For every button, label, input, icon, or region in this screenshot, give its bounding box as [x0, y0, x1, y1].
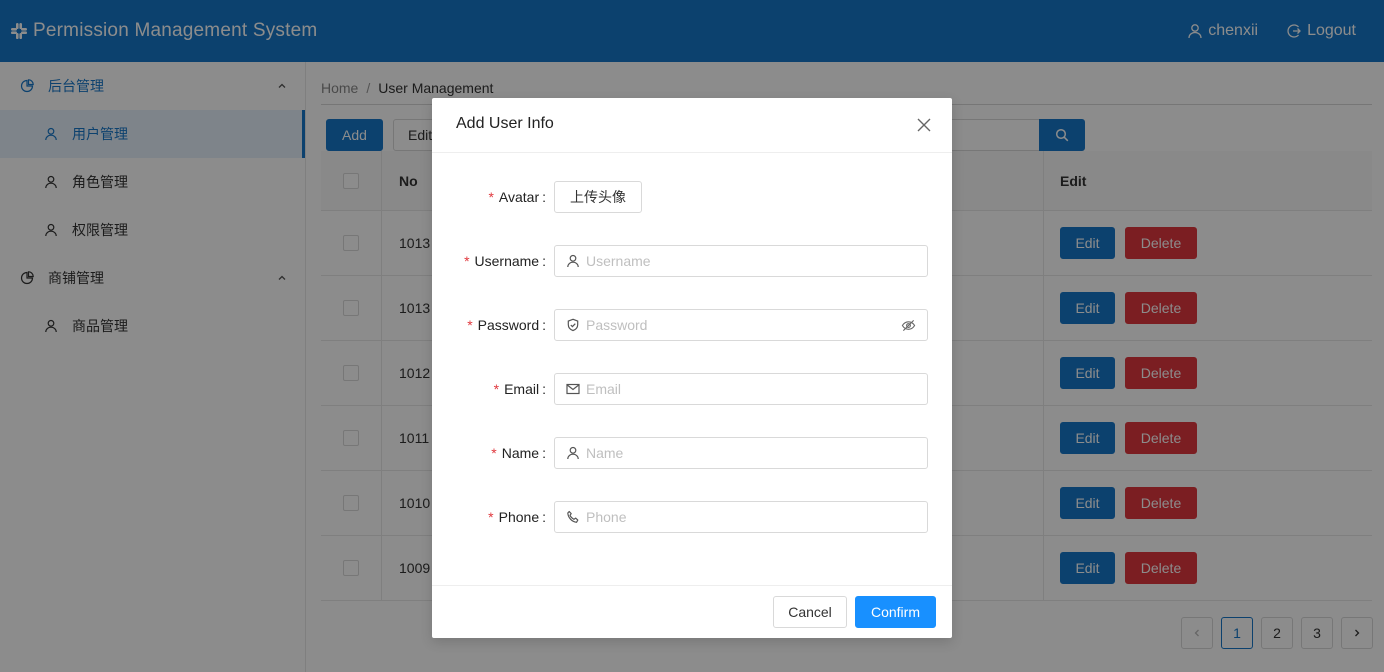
required-mark: * [493, 381, 500, 397]
user-icon [567, 254, 579, 268]
password-input[interactable] [586, 311, 901, 339]
user-icon [567, 446, 579, 460]
password-field-wrapper [554, 309, 928, 341]
username-label: * Username: [464, 253, 546, 269]
required-mark: * [467, 317, 473, 333]
form-row-name: * Name: [432, 437, 952, 469]
modal-header: Add User Info [432, 98, 952, 153]
form-row-username: * Username: [432, 245, 952, 277]
form-row-avatar: * Avatar: 上传头像 [432, 181, 952, 213]
phone-field-wrapper [554, 501, 928, 533]
name-label: * Name: [491, 445, 546, 461]
close-icon[interactable] [916, 117, 932, 133]
email-field-wrapper [554, 373, 928, 405]
eye-invisible-icon[interactable] [901, 318, 916, 333]
name-input[interactable] [586, 439, 927, 467]
required-mark: * [488, 189, 494, 205]
username-field-wrapper [554, 245, 928, 277]
avatar-label: * Avatar: [488, 189, 546, 205]
email-label: * Email: [493, 381, 546, 397]
phone-icon [567, 510, 579, 523]
form-row-phone: * Phone: [432, 501, 952, 533]
required-mark: * [464, 253, 470, 269]
required-mark: * [491, 445, 497, 461]
required-mark: * [488, 509, 494, 525]
add-user-modal: Add User Info *Avatar: 上传头像 *Username: *… [432, 98, 952, 638]
upload-avatar-button[interactable]: 上传头像 [554, 181, 642, 213]
shield-check-icon [567, 318, 579, 332]
form-row-password: * Password: [432, 309, 952, 341]
modal-footer: Cancel Confirm [432, 585, 952, 638]
confirm-button[interactable]: Confirm [855, 596, 936, 628]
phone-label: * Phone: [488, 509, 546, 525]
modal-title: Add User Info [456, 115, 554, 132]
cancel-button[interactable]: Cancel [773, 596, 847, 628]
form-row-email: * Email: [432, 373, 952, 405]
name-field-wrapper [554, 437, 928, 469]
email-input[interactable] [586, 375, 927, 403]
username-input[interactable] [586, 247, 927, 275]
password-label: * Password: [467, 317, 546, 333]
mail-icon [566, 383, 580, 395]
phone-input[interactable] [586, 503, 927, 531]
